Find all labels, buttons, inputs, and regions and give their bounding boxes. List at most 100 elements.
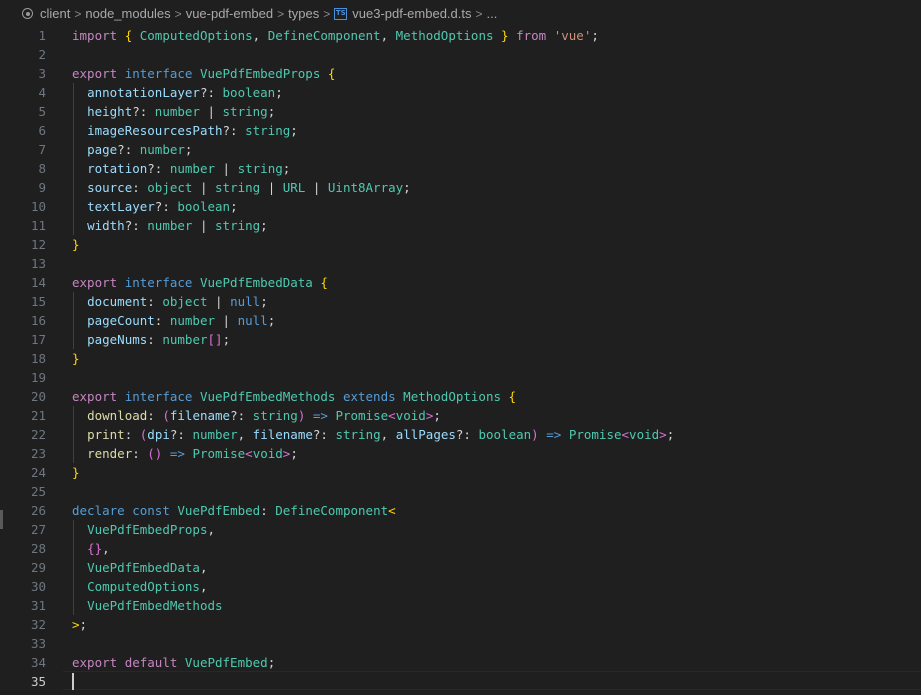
breadcrumb: client > node_modules > vue-pdf-embed > … <box>0 0 921 27</box>
code-line[interactable]: 26 declare const VuePdfEmbed: DefineCompo… <box>0 501 921 520</box>
code-line[interactable]: 31 VuePdfEmbedMethods <box>0 596 921 615</box>
code-line[interactable]: 9 source: object | string | URL | Uint8A… <box>0 178 921 197</box>
line-number: 23 <box>30 446 46 461</box>
code-token: textLayer <box>87 199 155 214</box>
line-number: 5 <box>38 104 46 119</box>
line-number: 17 <box>30 332 46 347</box>
line-code: ComputedOptions, <box>72 577 207 596</box>
code-token: , <box>237 427 253 442</box>
code-token: string <box>245 123 291 138</box>
line-code: rotation?: number | string; <box>72 159 290 178</box>
code-line[interactable]: 22 print: (dpi?: number, filename?: stri… <box>0 425 921 444</box>
code-token: : <box>147 408 163 423</box>
text-cursor <box>72 673 74 690</box>
breadcrumb-item-symbols[interactable]: ... <box>487 6 498 21</box>
code-token: object <box>162 294 208 309</box>
line-code: render: () => Promise<void>; <box>72 444 298 463</box>
code-line[interactable]: 16 pageCount: number | null; <box>0 311 921 330</box>
code-token: ComputedOptions <box>139 28 253 43</box>
code-line[interactable]: 21 download: (filename?: string) => Prom… <box>0 406 921 425</box>
line-number: 3 <box>38 66 46 81</box>
code-token: ?: <box>455 427 479 442</box>
code-token: | <box>192 218 216 233</box>
code-line[interactable]: 17 pageNums: number[]; <box>0 330 921 349</box>
code-line[interactable]: 35 <box>0 671 921 691</box>
code-token: ?: <box>147 161 170 176</box>
code-line[interactable]: 23 render: () => Promise<void>; <box>0 444 921 463</box>
code-line[interactable]: 19 <box>0 368 921 387</box>
code-token: ; <box>267 655 276 670</box>
code-line[interactable]: 28 {}, <box>0 539 921 558</box>
line-number: 33 <box>30 636 46 651</box>
code-line[interactable]: 24} <box>0 463 921 482</box>
code-line[interactable]: 14 export interface VuePdfEmbedData { <box>0 273 921 292</box>
code-token: | <box>305 180 328 195</box>
code-token: ?: <box>199 85 223 100</box>
code-token: ( <box>162 408 170 423</box>
code-line[interactable]: 32 >; <box>0 615 921 634</box>
code-token: URL <box>282 180 306 195</box>
code-token: export <box>72 66 118 81</box>
breadcrumb-item-types[interactable]: types <box>288 6 319 21</box>
code-line[interactable]: 4 annotationLayer?: boolean; <box>0 83 921 102</box>
code-editor[interactable]: 1 import { ComputedOptions, DefineCompone… <box>0 26 921 695</box>
code-line[interactable]: 25 <box>0 482 921 501</box>
code-line[interactable]: 30 ComputedOptions, <box>0 577 921 596</box>
code-line[interactable]: 13 <box>0 254 921 273</box>
line-number: 25 <box>30 484 46 499</box>
code-token: MethodOptions <box>403 389 502 404</box>
code-token: , <box>380 427 396 442</box>
line-code: } <box>72 463 80 482</box>
line-number: 31 <box>30 598 46 613</box>
code-token: , <box>199 579 208 594</box>
code-line[interactable]: 11 width?: number | string; <box>0 216 921 235</box>
code-line[interactable]: 27 VuePdfEmbedProps, <box>0 520 921 539</box>
code-line[interactable]: 15 document: object | null; <box>0 292 921 311</box>
line-number: 32 <box>30 617 46 632</box>
line-number: 29 <box>30 560 46 575</box>
code-token: page <box>87 142 118 157</box>
code-token: ComputedOptions <box>87 579 200 594</box>
code-line[interactable]: 33 <box>0 634 921 653</box>
code-line[interactable]: 29 VuePdfEmbedData, <box>0 558 921 577</box>
code-line[interactable]: 18} <box>0 349 921 368</box>
code-line[interactable]: 6 imageResourcesPath?: string; <box>0 121 921 140</box>
code-token: Promise <box>568 427 622 442</box>
code-line[interactable]: 2 <box>0 45 921 64</box>
code-line[interactable]: 34 export default VuePdfEmbed; <box>0 653 921 672</box>
breadcrumb-item-client[interactable]: client <box>40 6 70 21</box>
code-line[interactable]: 1 import { ComputedOptions, DefineCompone… <box>0 26 921 45</box>
code-line[interactable]: 20 export interface VuePdfEmbedMethods ex… <box>0 387 921 406</box>
code-line[interactable]: 8 rotation?: number | string; <box>0 159 921 178</box>
code-token: ; <box>666 427 675 442</box>
code-token: number <box>162 332 208 347</box>
code-token: => <box>169 446 185 461</box>
code-line[interactable]: 5 height?: number | string; <box>0 102 921 121</box>
breadcrumb-item-file[interactable]: vue3-pdf-embed.d.ts <box>352 6 471 21</box>
code-line[interactable]: 12} <box>0 235 921 254</box>
line-code: page?: number; <box>72 140 192 159</box>
breadcrumb-item-node-modules[interactable]: node_modules <box>85 6 170 21</box>
breadcrumb-item-vue-pdf-embed[interactable]: vue-pdf-embed <box>186 6 273 21</box>
code-token: < <box>621 427 630 442</box>
line-number: 14 <box>30 275 46 290</box>
code-line[interactable]: 3 export interface VuePdfEmbedProps { <box>0 64 921 83</box>
code-token: , <box>207 522 216 537</box>
code-line[interactable]: 10 textLayer?: boolean; <box>0 197 921 216</box>
code-line[interactable]: 7 page?: number; <box>0 140 921 159</box>
line-number: 18 <box>30 351 46 366</box>
line-number: 2 <box>38 47 46 62</box>
code-token: [] <box>207 332 223 347</box>
line-code: imageResourcesPath?: string; <box>72 121 298 140</box>
line-code: pageCount: number | null; <box>72 311 275 330</box>
code-token: | <box>215 161 238 176</box>
code-token: : <box>147 332 163 347</box>
